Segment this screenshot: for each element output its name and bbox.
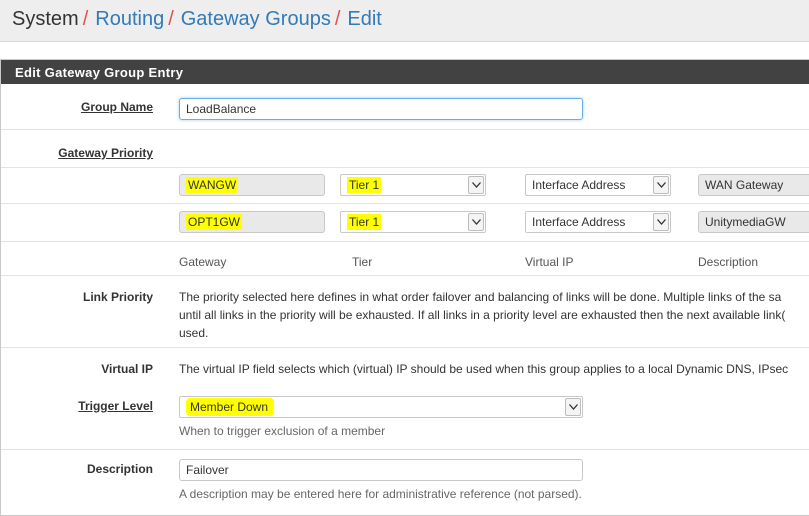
- gateway-column-headers: Gateway Tier Virtual IP Description: [1, 241, 809, 275]
- virtual-ip-row: Virtual IP The virtual IP field selects …: [1, 347, 809, 387]
- gateway-name-field: OPT1GW: [179, 211, 325, 233]
- breadcrumb-routing-link[interactable]: Routing: [95, 8, 164, 30]
- tier-value: Tier 1: [347, 177, 382, 193]
- breadcrumb-separator: /: [334, 8, 341, 30]
- column-header-virtual-ip: Virtual IP: [525, 255, 574, 269]
- chevron-down-icon: [653, 176, 669, 194]
- trigger-level-select[interactable]: Member Down: [179, 396, 583, 418]
- column-header-gateway: Gateway: [179, 255, 227, 269]
- gateway-description-field: UnitymediaGW: [698, 211, 809, 233]
- trigger-level-value: Member Down: [186, 398, 275, 416]
- link-priority-text: The priority selected here defines in wh…: [179, 288, 785, 342]
- tier-select[interactable]: Tier 1: [340, 174, 486, 196]
- breadcrumb-separator: /: [168, 8, 174, 30]
- breadcrumb-system: System: [12, 8, 79, 30]
- gateway-description-field: WAN Gateway: [698, 174, 809, 196]
- chevron-down-icon: [468, 213, 484, 231]
- link-priority-line: until all links in the priority will be …: [179, 308, 786, 322]
- trigger-level-row: Trigger Level Member Down When to trigge…: [1, 387, 809, 449]
- link-priority-line: The priority selected here defines in wh…: [179, 290, 782, 304]
- virtual-ip-text: The virtual IP field selects which (virt…: [179, 362, 789, 376]
- link-priority-line: used.: [179, 326, 209, 340]
- description-help: A description may be entered here for ad…: [179, 487, 582, 501]
- panel-title: Edit Gateway Group Entry: [1, 60, 809, 84]
- gateway-row-opt1gw: OPT1GW Tier 1 Interface Address Unitymed…: [1, 203, 809, 241]
- chevron-down-icon: [468, 176, 484, 194]
- gateway-name-field: WANGW: [179, 174, 325, 196]
- gateway-priority-row: Gateway Priority: [1, 129, 809, 167]
- gateway-row-wangw: WANGW Tier 1 Interface Address WAN Gatew…: [1, 167, 809, 203]
- group-name-row: Group Name LoadBalance: [1, 84, 809, 129]
- gateway-priority-label: Gateway Priority: [58, 146, 153, 160]
- breadcrumb: System / Routing / Gateway Groups / Edit: [12, 8, 382, 31]
- breadcrumb-separator: /: [82, 8, 89, 30]
- description-input[interactable]: Failover: [179, 459, 583, 481]
- trigger-level-help: When to trigger exclusion of a member: [179, 424, 386, 438]
- link-priority-row: Link Priority The priority selected here…: [1, 275, 809, 347]
- virtual-ip-value: Interface Address: [532, 215, 626, 229]
- chevron-down-icon: [565, 398, 581, 416]
- link-priority-label: Link Priority: [82, 290, 153, 304]
- gateway-name: OPT1GW: [186, 214, 243, 230]
- breadcrumb-gateway-groups-link[interactable]: Gateway Groups: [181, 8, 331, 30]
- gateway-name: WANGW: [186, 177, 239, 193]
- column-header-description: Description: [698, 255, 759, 269]
- tier-select[interactable]: Tier 1: [340, 211, 486, 233]
- group-name-label: Group Name: [80, 100, 153, 114]
- breadcrumb-edit-link[interactable]: Edit: [347, 8, 381, 30]
- breadcrumb-bar: System / Routing / Gateway Groups / Edit: [0, 0, 809, 42]
- edit-gateway-group-panel: Edit Gateway Group Entry Group Name Load…: [0, 59, 809, 516]
- column-header-tier: Tier: [352, 255, 373, 269]
- tier-value: Tier 1: [347, 214, 382, 230]
- trigger-level-label: Trigger Level: [78, 399, 153, 413]
- description-label: Description: [86, 462, 153, 476]
- chevron-down-icon: [653, 213, 669, 231]
- virtual-ip-select[interactable]: Interface Address: [525, 211, 671, 233]
- virtual-ip-select[interactable]: Interface Address: [525, 174, 671, 196]
- virtual-ip-label: Virtual IP: [101, 362, 153, 376]
- virtual-ip-value: Interface Address: [532, 178, 626, 192]
- group-name-input[interactable]: LoadBalance: [179, 98, 583, 120]
- description-row: Description Failover A description may b…: [1, 449, 809, 511]
